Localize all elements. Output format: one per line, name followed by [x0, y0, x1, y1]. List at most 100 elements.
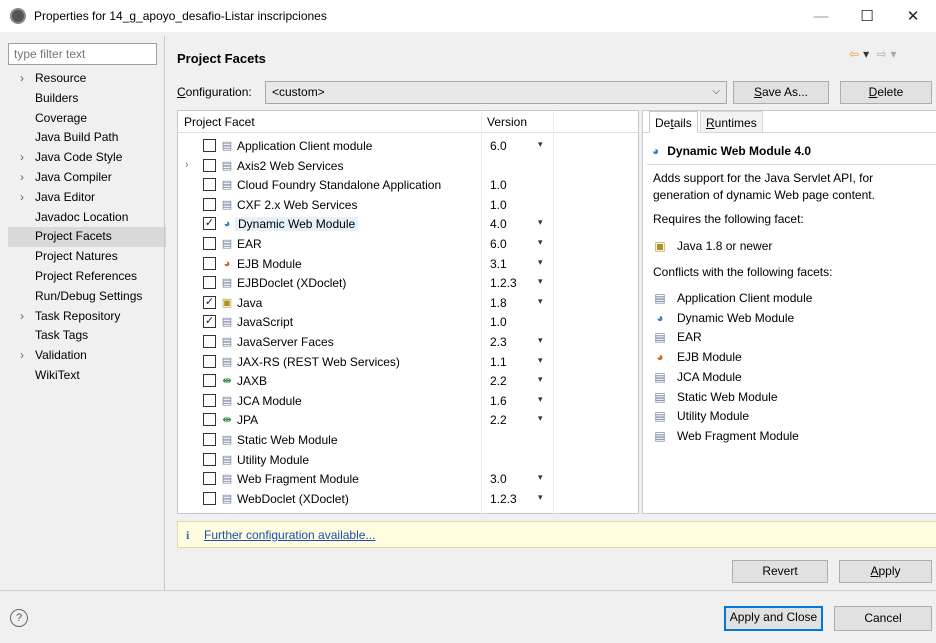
facet-version[interactable]: 3.1 [490, 257, 507, 271]
facet-row[interactable]: ▤ Application Client module 6.0 ▾ [178, 136, 638, 156]
back-arrow-icon[interactable]: ⇦ [849, 47, 859, 61]
facet-row[interactable]: ▤ EAR 6.0 ▾ [178, 234, 638, 254]
version-dropdown-icon[interactable]: ▾ [538, 276, 543, 287]
sidebar-item-run-debug-settings[interactable]: Run/Debug Settings [8, 287, 166, 307]
chevron-right-icon[interactable]: › [20, 148, 24, 168]
facet-checkbox[interactable] [203, 237, 216, 250]
facet-row[interactable]: ▤ JAX-RS (REST Web Services) 1.1 ▾ [178, 352, 638, 372]
facet-checkbox[interactable] [203, 256, 216, 270]
maximize-button[interactable]: ☐ [844, 0, 890, 32]
facet-version[interactable]: 2.2 [490, 374, 507, 388]
facet-version[interactable]: 6.0 [490, 139, 507, 153]
facet-row[interactable]: ◕ EJB Module 3.1 ▾ [178, 254, 638, 274]
tab-details[interactable]: Details [649, 111, 698, 133]
chevron-right-icon[interactable]: › [20, 69, 24, 89]
facet-version[interactable]: 3.0 [490, 472, 507, 486]
forward-menu-chevron-icon[interactable]: ▾ [891, 47, 897, 61]
facet-checkbox[interactable] [203, 472, 216, 486]
forward-arrow-icon[interactable]: ⇨ [876, 47, 886, 61]
facet-checkbox[interactable] [203, 374, 216, 388]
sidebar-item-wikitext[interactable]: WikiText [8, 366, 166, 386]
further-configuration-link[interactable]: Further configuration available... [204, 528, 375, 542]
filter-input[interactable] [8, 43, 157, 65]
facet-checkbox[interactable] [203, 197, 216, 211]
chevron-right-icon[interactable]: › [20, 346, 24, 366]
sidebar-item-project-natures[interactable]: Project Natures [8, 247, 166, 267]
sidebar-item-task-tags[interactable]: Task Tags [8, 326, 166, 346]
facet-row[interactable]: ▤ Web Fragment Module 3.0 ▾ [178, 469, 638, 489]
facet-version[interactable]: 1.0 [490, 198, 507, 212]
facet-checkbox[interactable]: ✓ [203, 217, 216, 231]
facet-checkbox[interactable] [203, 158, 216, 172]
facet-row[interactable]: ⇹ JAXB 2.2 ▾ [178, 371, 638, 391]
version-dropdown-icon[interactable]: ▾ [538, 374, 543, 385]
facet-row[interactable]: ▤ JCA Module 1.6 ▾ [178, 391, 638, 411]
facet-row[interactable]: ▤ Utility Module [178, 450, 638, 470]
sidebar-item-coverage[interactable]: Coverage [8, 109, 166, 129]
version-dropdown-icon[interactable]: ▾ [538, 394, 543, 405]
facet-row[interactable]: ▤ Static Web Module [178, 430, 638, 450]
facet-checkbox[interactable]: ✓ [203, 295, 216, 309]
sidebar-item-java-code-style[interactable]: › Java Code Style [8, 148, 166, 168]
apply-button[interactable]: Apply [839, 560, 932, 583]
facet-checkbox[interactable] [203, 354, 216, 368]
facet-row[interactable]: ✓ ◕ Dynamic Web Module 4.0 ▾ [178, 214, 638, 234]
facet-version[interactable]: 1.6 [490, 394, 507, 408]
help-icon[interactable]: ? [10, 609, 28, 627]
column-header-facet[interactable]: Project Facet [184, 115, 255, 129]
sidebar-item-task-repository[interactable]: › Task Repository [8, 307, 166, 327]
facet-version[interactable]: 2.2 [490, 413, 507, 427]
facet-checkbox[interactable] [203, 413, 216, 427]
facet-checkbox[interactable] [203, 276, 216, 290]
facet-checkbox[interactable] [203, 335, 216, 348]
back-menu-chevron-icon[interactable]: ▾ [863, 47, 869, 61]
tab-runtimes[interactable]: Runtimes [700, 111, 763, 133]
facet-row[interactable]: ▤ JavaServer Faces 2.3 ▾ [178, 332, 638, 352]
sidebar-item-project-references[interactable]: Project References [8, 267, 166, 287]
version-dropdown-icon[interactable]: ▾ [538, 492, 543, 503]
facet-checkbox[interactable]: ✓ [203, 315, 216, 329]
facet-row[interactable]: ✓ ▣ Java 1.8 ▾ [178, 293, 638, 313]
column-header-version[interactable]: Version [487, 115, 527, 129]
facet-checkbox[interactable] [203, 178, 216, 192]
facet-version[interactable]: 1.1 [490, 355, 507, 369]
chevron-right-icon[interactable]: › [20, 188, 24, 208]
facet-checkbox[interactable] [203, 491, 216, 505]
sidebar-item-javadoc-location[interactable]: Javadoc Location [8, 208, 166, 228]
sidebar-item-java-build-path[interactable]: Java Build Path [8, 128, 166, 148]
version-dropdown-icon[interactable]: ▾ [538, 355, 543, 366]
facet-checkbox[interactable] [203, 433, 216, 446]
version-dropdown-icon[interactable]: ▾ [538, 257, 543, 268]
save-as-button[interactable]: Save As... [733, 81, 829, 104]
sidebar-item-java-compiler[interactable]: › Java Compiler [8, 168, 166, 188]
facet-row[interactable]: ▤ Cloud Foundry Standalone Application 1.0 [178, 175, 638, 195]
version-dropdown-icon[interactable]: ▾ [538, 296, 543, 307]
facet-row[interactable]: ✓ ▤ JavaScript 1.0 [178, 312, 638, 332]
sidebar-item-java-editor[interactable]: › Java Editor [8, 188, 166, 208]
version-dropdown-icon[interactable]: ▾ [538, 413, 543, 424]
sidebar-item-project-facets[interactable]: Project Facets [8, 227, 166, 248]
facet-version[interactable]: 1.2.3 [490, 492, 517, 506]
version-dropdown-icon[interactable]: ▾ [538, 217, 543, 228]
facet-row[interactable]: ▤ WebDoclet (XDoclet) 1.2.3 ▾ [178, 489, 638, 509]
delete-button[interactable]: Delete [840, 81, 932, 104]
version-dropdown-icon[interactable]: ▾ [538, 139, 543, 150]
minimize-button[interactable]: — [798, 0, 844, 32]
sidebar-item-builders[interactable]: Builders [8, 89, 166, 109]
facet-version[interactable]: 1.0 [490, 315, 507, 329]
facet-version[interactable]: 1.2.3 [490, 276, 517, 290]
version-dropdown-icon[interactable]: ▾ [538, 335, 543, 346]
facet-checkbox[interactable] [203, 452, 216, 466]
facet-version[interactable]: 4.0 [490, 217, 507, 231]
facet-row[interactable]: ▤ CXF 2.x Web Services 1.0 [178, 195, 638, 215]
revert-button[interactable]: Revert [732, 560, 828, 583]
facet-row[interactable]: ⇹ JPA 2.2 ▾ [178, 410, 638, 430]
sidebar-item-validation[interactable]: › Validation [8, 346, 166, 366]
facet-version[interactable]: 1.0 [490, 178, 507, 192]
facet-row[interactable]: › ▤ Axis2 Web Services [178, 156, 638, 176]
version-dropdown-icon[interactable]: ▾ [538, 237, 543, 248]
close-button[interactable]: ✕ [890, 0, 936, 32]
facet-checkbox[interactable] [203, 139, 216, 152]
sidebar-item-resource[interactable]: › Resource [8, 69, 166, 89]
cancel-button[interactable]: Cancel [834, 606, 932, 631]
